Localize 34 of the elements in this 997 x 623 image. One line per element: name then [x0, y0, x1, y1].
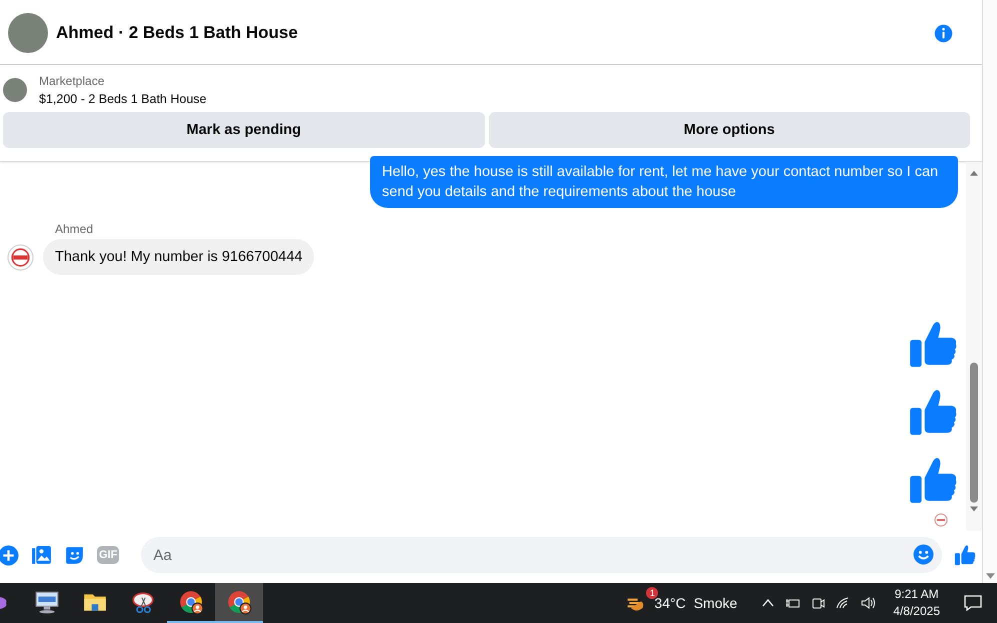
- message-input[interactable]: Aa: [141, 537, 942, 573]
- thumbs-up-icon: [908, 319, 958, 369]
- thumbs-up-icon[interactable]: [954, 544, 976, 566]
- info-icon[interactable]: [933, 22, 954, 44]
- clock-date[interactable]: 4/8/2025: [893, 603, 940, 620]
- taskbar-button[interactable]: [215, 583, 263, 623]
- profile-logo-icon: [7, 244, 34, 270]
- chat-title: Ahmed · 2 Beds 1 Bath House: [56, 23, 299, 43]
- thumbs-up-icon: [908, 455, 958, 505]
- photo-placeholder: [8, 13, 48, 53]
- sender-name: Ahmed: [55, 222, 94, 236]
- thumbs-up-icon: [908, 387, 958, 437]
- listing-title[interactable]: $1,200 - 2 Beds 1 Bath House: [39, 92, 206, 106]
- emoji-icon[interactable]: [913, 544, 934, 565]
- notification-badge: 1: [646, 587, 658, 599]
- seen-avatar-icon: [934, 513, 948, 527]
- clock-time[interactable]: 9:21 AM: [894, 586, 939, 603]
- mark-pending-button[interactable]: Mark as pending: [3, 112, 484, 148]
- listing-label: Marketplace: [39, 74, 106, 88]
- sticker-icon[interactable]: [64, 544, 85, 566]
- add-icon[interactable]: [0, 544, 19, 566]
- browser-icon[interactable]: [226, 589, 252, 615]
- sent-message: Hello, yes the house is still available for rent, let me have your contact number so I can send you details and the requirements about the house: [370, 156, 958, 208]
- weather-condition: Smoke: [694, 595, 738, 611]
- scrollbar[interactable]: [966, 162, 982, 531]
- more-options-button[interactable]: More options: [488, 112, 970, 148]
- notifications-icon[interactable]: [963, 593, 983, 613]
- image-icon[interactable]: [31, 544, 52, 566]
- scroll-down-arrow-icon[interactable]: [986, 573, 994, 579]
- browser-icon[interactable]: [178, 589, 204, 615]
- received-message: Thank you! My number is 9166700444: [43, 239, 314, 275]
- photo-placeholder: [3, 78, 27, 102]
- speaker-icon[interactable]: [860, 595, 876, 611]
- monitor-icon[interactable]: [34, 589, 60, 615]
